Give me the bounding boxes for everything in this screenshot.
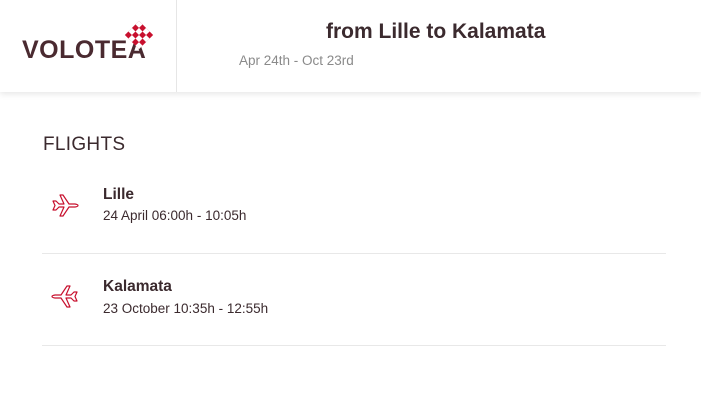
flight-time: 24 April 06:00h - 10:05h bbox=[103, 208, 247, 223]
flight-city: Lille bbox=[103, 186, 135, 203]
header: VOLOTEA from Lille to Kalamata Apr 24th … bbox=[0, 0, 701, 92]
date-range: Apr 24th - Oct 23rd bbox=[239, 53, 354, 68]
flight-item-outbound[interactable]: Lille 24 April 06:00h - 10:05h bbox=[42, 161, 666, 254]
plane-takeoff-icon bbox=[52, 194, 79, 217]
plane-landing-icon bbox=[51, 285, 78, 308]
route-title: from Lille to Kalamata bbox=[326, 20, 546, 43]
volotea-logo-icon bbox=[124, 20, 154, 50]
flight-city: Kalamata bbox=[103, 278, 172, 295]
flight-item-return[interactable]: Kalamata 23 October 10:35h - 12:55h bbox=[42, 253, 666, 346]
flights-section-title: FLIGHTS bbox=[43, 134, 126, 155]
flight-time: 23 October 10:35h - 12:55h bbox=[103, 301, 269, 316]
logo-area[interactable]: VOLOTEA bbox=[0, 0, 177, 92]
